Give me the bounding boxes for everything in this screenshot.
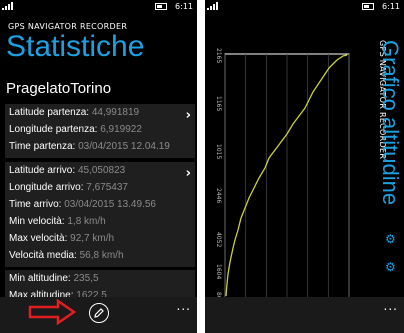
tick-label: 1015 [215,144,222,159]
end-lat-label: Latitude arrivo: [9,165,76,176]
start-lon-label: Longitude partenza: [9,124,98,135]
page-title: Statistiche [6,30,145,63]
zoom-out-icon[interactable]: ⚙ [385,260,396,274]
app-bar: ... [205,297,404,333]
tick-label: 2165 [215,48,222,63]
tick-label: 1165 [215,96,222,111]
pencil-icon [94,308,104,318]
chevron-right-icon[interactable]: › [186,166,191,181]
start-lat-label: Latitude partenza: [9,107,90,118]
start-time-value: 03/04/2015 12.04.19 [78,141,170,152]
min-speed-label: Min velocità: [9,216,65,227]
edit-button[interactable] [89,303,109,323]
signal-icon [207,2,218,10]
status-time: 6:11 [382,2,400,11]
avg-speed-label: Velocità media: [9,250,77,261]
min-speed-value: 1,8 km/h [67,216,106,227]
start-lat-value: 44,991819 [91,107,140,118]
start-time-label: Time partenza: [9,141,76,152]
start-lon-value: 6,919922 [100,124,142,135]
tick-label: 2446 [215,188,222,203]
end-time-value: 03/04/2015 13.49.56 [64,199,156,210]
statistics-screen: 6:11 GPS NAVIGATOR RECORDER Statistiche … [0,0,197,333]
min-alt-label: Min altitudine: [9,273,71,284]
min-alt-value: 235,5 [73,273,99,284]
status-bar: 6:11 [0,0,197,14]
avg-speed-value: 56,8 km/h [79,250,124,261]
max-speed-label: Max velocità: [9,233,68,244]
altitude-chart: 2165116510152446405216048654 [215,48,350,300]
start-card[interactable]: Latitude partenza: 44,991819 Longitude p… [5,104,195,158]
status-time: 6:11 [175,2,193,11]
red-arrow-annotation [28,298,78,329]
page-title: Grafico altitudine [378,40,403,206]
app-bar: ... [0,297,197,333]
end-card[interactable]: Latitude arrivo: 45,050823 Longitude arr… [5,162,195,216]
max-speed-value: 92,7 km/h [70,233,115,244]
end-lon-value: 7,675437 [86,182,128,193]
tick-label: 1604 [215,264,222,279]
chevron-right-icon[interactable]: › [186,108,191,123]
more-options-button[interactable]: ... [177,299,191,313]
end-lat-value: 45,050823 [77,165,126,176]
battery-icon [362,3,374,10]
status-bar: 6:11 [205,0,404,14]
altitude-line [225,54,348,297]
battery-icon [155,3,167,10]
more-options-button[interactable]: ... [384,299,398,313]
end-lon-label: Longitude arrivo: [9,182,84,193]
signal-icon [2,2,13,10]
speed-card: Min velocità: 1,8 km/h Max velocità: 92,… [5,213,195,267]
tick-label: 4052 [215,232,222,247]
zoom-in-icon[interactable]: ⚙ [385,232,396,246]
route-name: PragelatoTorino [6,80,112,97]
end-time-label: Time arrivo: [9,199,62,210]
altitude-chart-screen: 6:11 2165 1165 1015 2446 4052 1604 8654 GPS NA… [205,0,404,333]
